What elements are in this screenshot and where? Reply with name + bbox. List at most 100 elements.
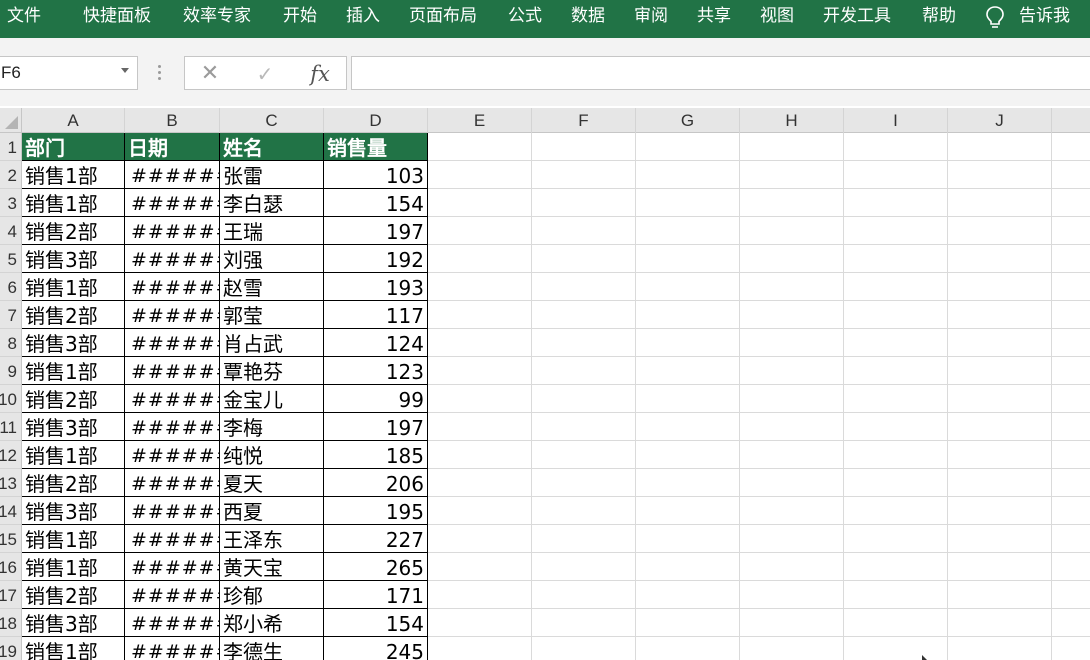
- enter-icon[interactable]: ✓: [255, 57, 275, 91]
- table-cell[interactable]: 销售1部: [22, 553, 125, 581]
- table-cell[interactable]: 张雷: [220, 161, 324, 189]
- row-header[interactable]: 4: [0, 217, 21, 245]
- column-header-a[interactable]: A: [22, 108, 125, 133]
- table-cell[interactable]: 销售1部: [22, 441, 125, 469]
- table-cell[interactable]: 销售3部: [22, 497, 125, 525]
- table-cell[interactable]: ######: [125, 413, 220, 441]
- table-cell[interactable]: ######: [125, 217, 220, 245]
- table-cell[interactable]: ######: [125, 273, 220, 301]
- table-cell[interactable]: 覃艳芬: [220, 357, 324, 385]
- row-header[interactable]: 15: [0, 525, 21, 553]
- table-cell[interactable]: ######: [125, 441, 220, 469]
- table-cell[interactable]: ######: [125, 161, 220, 189]
- header-cell[interactable]: 日期: [125, 133, 220, 161]
- table-cell[interactable]: 117: [324, 301, 428, 329]
- table-cell[interactable]: 销售1部: [22, 189, 125, 217]
- table-cell[interactable]: 王瑞: [220, 217, 324, 245]
- ribbon-tab[interactable]: 帮助: [922, 0, 956, 34]
- table-cell[interactable]: 265: [324, 553, 428, 581]
- table-cell[interactable]: 206: [324, 469, 428, 497]
- lightbulb-icon[interactable]: [985, 5, 1005, 31]
- row-header[interactable]: 10: [0, 385, 21, 413]
- table-cell[interactable]: 销售2部: [22, 469, 125, 497]
- table-cell[interactable]: 郭莹: [220, 301, 324, 329]
- table-cell[interactable]: ######: [125, 525, 220, 553]
- table-cell[interactable]: 227: [324, 525, 428, 553]
- table-cell[interactable]: ######: [125, 189, 220, 217]
- row-header[interactable]: 18: [0, 609, 21, 637]
- table-cell[interactable]: 李白瑟: [220, 189, 324, 217]
- ribbon-tab[interactable]: 共享: [697, 0, 731, 34]
- table-cell[interactable]: 郑小希: [220, 609, 324, 637]
- row-header[interactable]: 5: [0, 245, 21, 273]
- row-header[interactable]: 11: [0, 413, 21, 441]
- table-cell[interactable]: 销售1部: [22, 357, 125, 385]
- header-cell[interactable]: 部门: [22, 133, 125, 161]
- row-header[interactable]: 14: [0, 497, 21, 525]
- table-cell[interactable]: ######: [125, 469, 220, 497]
- table-cell[interactable]: 销售1部: [22, 637, 125, 660]
- row-header[interactable]: 6: [0, 273, 21, 301]
- table-cell[interactable]: ######: [125, 637, 220, 660]
- table-cell[interactable]: ######: [125, 609, 220, 637]
- name-box[interactable]: F6: [0, 56, 138, 90]
- table-cell[interactable]: ######: [125, 385, 220, 413]
- column-header-i[interactable]: I: [844, 108, 948, 133]
- column-header-j[interactable]: J: [948, 108, 1052, 133]
- row-header[interactable]: 12: [0, 441, 21, 469]
- cell-grid[interactable]: 部门日期姓名销售量销售1部######张雷103销售1部######李白瑟154…: [22, 133, 1090, 660]
- table-cell[interactable]: 销售3部: [22, 609, 125, 637]
- table-cell[interactable]: 197: [324, 413, 428, 441]
- table-cell[interactable]: 123: [324, 357, 428, 385]
- table-cell[interactable]: 刘强: [220, 245, 324, 273]
- column-header-e[interactable]: E: [428, 108, 532, 133]
- table-cell[interactable]: 197: [324, 217, 428, 245]
- table-cell[interactable]: 李梅: [220, 413, 324, 441]
- table-cell[interactable]: 销售2部: [22, 217, 125, 245]
- column-header-d[interactable]: D: [324, 108, 428, 133]
- table-cell[interactable]: ######: [125, 581, 220, 609]
- ribbon-tab[interactable]: 数据: [571, 0, 605, 34]
- ribbon-tab[interactable]: 快捷面板: [83, 0, 151, 34]
- row-header[interactable]: 19: [0, 637, 21, 660]
- table-cell[interactable]: ######: [125, 553, 220, 581]
- table-cell[interactable]: 销售2部: [22, 581, 125, 609]
- table-cell[interactable]: 195: [324, 497, 428, 525]
- table-cell[interactable]: 金宝儿: [220, 385, 324, 413]
- column-header-g[interactable]: G: [636, 108, 740, 133]
- table-cell[interactable]: 245: [324, 637, 428, 660]
- ribbon-tab[interactable]: 开始: [283, 0, 317, 34]
- row-header[interactable]: 8: [0, 329, 21, 357]
- table-cell[interactable]: 黄天宝: [220, 553, 324, 581]
- table-cell[interactable]: ######: [125, 245, 220, 273]
- row-header[interactable]: 2: [0, 161, 21, 189]
- table-cell[interactable]: 171: [324, 581, 428, 609]
- ribbon-tab[interactable]: 效率专家: [183, 0, 251, 34]
- row-header[interactable]: 9: [0, 357, 21, 385]
- table-cell[interactable]: 154: [324, 189, 428, 217]
- table-cell[interactable]: 185: [324, 441, 428, 469]
- cancel-icon[interactable]: ✕: [200, 57, 220, 91]
- table-cell[interactable]: 销售1部: [22, 273, 125, 301]
- table-cell[interactable]: ######: [125, 357, 220, 385]
- row-header[interactable]: 13: [0, 469, 21, 497]
- table-cell[interactable]: 销售1部: [22, 161, 125, 189]
- ribbon-tab[interactable]: 审阅: [634, 0, 668, 34]
- table-cell[interactable]: 王泽东: [220, 525, 324, 553]
- row-header[interactable]: 3: [0, 189, 21, 217]
- column-header-c[interactable]: C: [220, 108, 324, 133]
- table-cell[interactable]: 西夏: [220, 497, 324, 525]
- insert-function-icon[interactable]: fx: [308, 57, 332, 91]
- table-cell[interactable]: 154: [324, 609, 428, 637]
- table-cell[interactable]: 103: [324, 161, 428, 189]
- column-header-h[interactable]: H: [740, 108, 844, 133]
- tell-me-search[interactable]: 告诉我: [1019, 0, 1070, 34]
- header-cell[interactable]: 销售量: [324, 133, 428, 161]
- formula-input[interactable]: [351, 56, 1090, 90]
- ribbon-tab[interactable]: 页面布局: [409, 0, 477, 34]
- table-cell[interactable]: ######: [125, 497, 220, 525]
- table-cell[interactable]: 李德生: [220, 637, 324, 660]
- table-cell[interactable]: 192: [324, 245, 428, 273]
- table-cell[interactable]: ######: [125, 329, 220, 357]
- row-header[interactable]: 16: [0, 553, 21, 581]
